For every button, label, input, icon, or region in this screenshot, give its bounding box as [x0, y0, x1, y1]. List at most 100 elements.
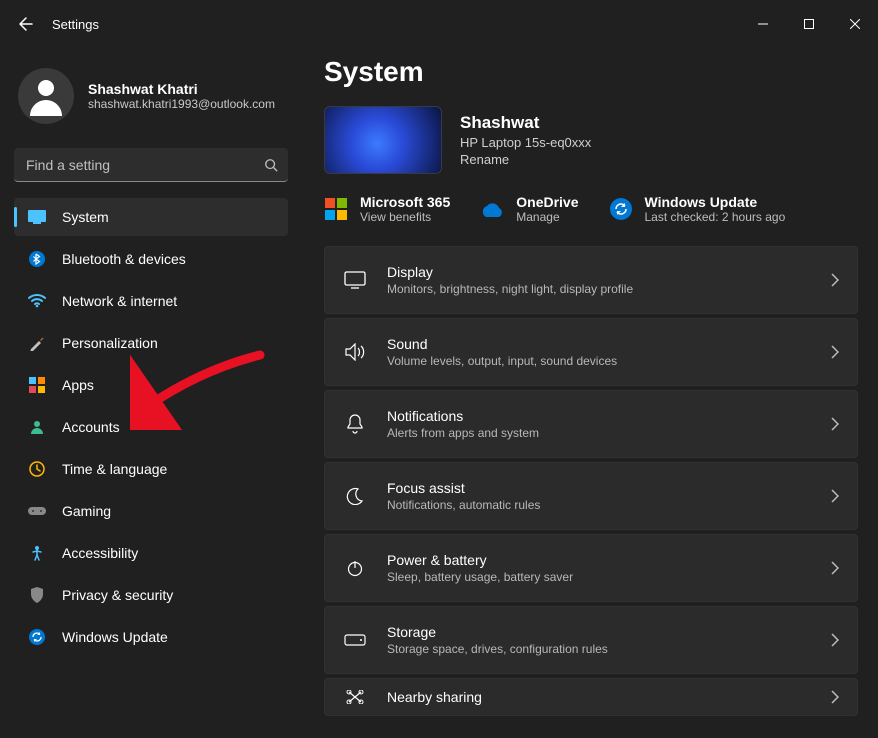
profile-email: shashwat.khatri1993@outlook.com [88, 97, 275, 111]
sound-icon [343, 340, 367, 364]
sidebar-item-label: System [62, 209, 109, 225]
service-m365[interactable]: Microsoft 365 View benefits [324, 194, 450, 224]
sidebar-item-apps[interactable]: Apps [14, 366, 288, 404]
display-icon [343, 268, 367, 292]
card-desc: Monitors, brightness, night light, displ… [387, 282, 811, 296]
window-controls [740, 8, 878, 40]
sidebar-item-network[interactable]: Network & internet [14, 282, 288, 320]
device-name: Shashwat [460, 113, 591, 133]
sidebar-item-label: Accessibility [62, 545, 138, 561]
chevron-right-icon [831, 489, 839, 503]
sidebar-item-label: Personalization [62, 335, 158, 351]
settings-card-nearby-sharing[interactable]: Nearby sharing [324, 678, 858, 716]
accounts-icon [28, 418, 46, 436]
bluetooth-icon [28, 250, 46, 268]
settings-card-display[interactable]: Display Monitors, brightness, night ligh… [324, 246, 858, 314]
service-sub: Last checked: 2 hours ago [645, 210, 786, 224]
moon-icon [343, 484, 367, 508]
card-title: Focus assist [387, 480, 811, 496]
sidebar-item-bluetooth[interactable]: Bluetooth & devices [14, 240, 288, 278]
chevron-right-icon [831, 561, 839, 575]
power-icon [343, 556, 367, 580]
card-desc: Notifications, automatic rules [387, 498, 811, 512]
sidebar-item-label: Apps [62, 377, 94, 393]
card-desc: Volume levels, output, input, sound devi… [387, 354, 811, 368]
sidebar-item-gaming[interactable]: Gaming [14, 492, 288, 530]
sidebar-item-privacy[interactable]: Privacy & security [14, 576, 288, 614]
chevron-right-icon [831, 690, 839, 704]
gaming-icon [28, 502, 46, 520]
sidebar-item-time-language[interactable]: Time & language [14, 450, 288, 488]
sidebar-item-accessibility[interactable]: Accessibility [14, 534, 288, 572]
apps-icon [28, 376, 46, 394]
bell-icon [343, 412, 367, 436]
service-title: Windows Update [645, 194, 786, 210]
card-title: Sound [387, 336, 811, 352]
back-arrow-icon [18, 16, 34, 32]
sidebar-item-personalization[interactable]: Personalization [14, 324, 288, 362]
sidebar-item-system[interactable]: System [14, 198, 288, 236]
sidebar-item-label: Privacy & security [62, 587, 173, 603]
device-card: Shashwat HP Laptop 15s-eq0xxx Rename [324, 106, 858, 174]
sidebar-item-label: Time & language [62, 461, 167, 477]
avatar [18, 68, 74, 124]
device-rename-link[interactable]: Rename [460, 152, 591, 167]
back-button[interactable] [10, 8, 42, 40]
device-model: HP Laptop 15s-eq0xxx [460, 135, 591, 150]
maximize-icon [804, 19, 814, 29]
profile-block[interactable]: Shashwat Khatri shashwat.khatri1993@outl… [14, 58, 288, 140]
settings-card-storage[interactable]: Storage Storage space, drives, configura… [324, 606, 858, 674]
sidebar-item-label: Network & internet [62, 293, 177, 309]
main-content: System Shashwat HP Laptop 15s-eq0xxx Ren… [300, 48, 878, 738]
title-bar: Settings [0, 0, 878, 48]
card-title: Power & battery [387, 552, 811, 568]
chevron-right-icon [831, 633, 839, 647]
card-title: Storage [387, 624, 811, 640]
chevron-right-icon [831, 345, 839, 359]
avatar-icon [22, 72, 70, 120]
service-title: OneDrive [516, 194, 578, 210]
settings-cards: Display Monitors, brightness, night ligh… [324, 246, 858, 716]
service-windows-update[interactable]: Windows Update Last checked: 2 hours ago [609, 194, 786, 224]
clock-icon [28, 460, 46, 478]
chevron-right-icon [831, 417, 839, 431]
onedrive-icon [480, 197, 504, 221]
settings-card-sound[interactable]: Sound Volume levels, output, input, soun… [324, 318, 858, 386]
service-title: Microsoft 365 [360, 194, 450, 210]
microsoft-365-icon [324, 197, 348, 221]
windows-update-icon [609, 197, 633, 221]
maximize-button[interactable] [786, 8, 832, 40]
sidebar-item-windows-update[interactable]: Windows Update [14, 618, 288, 656]
page-title: System [324, 56, 858, 88]
settings-card-power[interactable]: Power & battery Sleep, battery usage, ba… [324, 534, 858, 602]
card-desc: Sleep, battery usage, battery saver [387, 570, 811, 584]
sidebar-item-label: Gaming [62, 503, 111, 519]
card-title: Display [387, 264, 811, 280]
service-onedrive[interactable]: OneDrive Manage [480, 194, 578, 224]
profile-name: Shashwat Khatri [88, 81, 275, 97]
settings-card-notifications[interactable]: Notifications Alerts from apps and syste… [324, 390, 858, 458]
wifi-icon [28, 292, 46, 310]
sidebar-item-label: Bluetooth & devices [62, 251, 186, 267]
sidebar-item-label: Accounts [62, 419, 120, 435]
accessibility-icon [28, 544, 46, 562]
service-sub: Manage [516, 210, 578, 224]
service-sub: View benefits [360, 210, 450, 224]
minimize-icon [758, 19, 768, 29]
paint-icon [28, 334, 46, 352]
search-box [14, 148, 288, 182]
close-button[interactable] [832, 8, 878, 40]
window-title: Settings [52, 17, 99, 32]
card-title: Nearby sharing [387, 689, 811, 705]
chevron-right-icon [831, 273, 839, 287]
search-icon [264, 158, 278, 172]
search-input[interactable] [14, 148, 288, 182]
storage-icon [343, 628, 367, 652]
sharing-icon [343, 685, 367, 709]
update-icon [28, 628, 46, 646]
shield-icon [28, 586, 46, 604]
card-desc: Storage space, drives, configuration rul… [387, 642, 811, 656]
settings-card-focus-assist[interactable]: Focus assist Notifications, automatic ru… [324, 462, 858, 530]
sidebar-item-accounts[interactable]: Accounts [14, 408, 288, 446]
minimize-button[interactable] [740, 8, 786, 40]
